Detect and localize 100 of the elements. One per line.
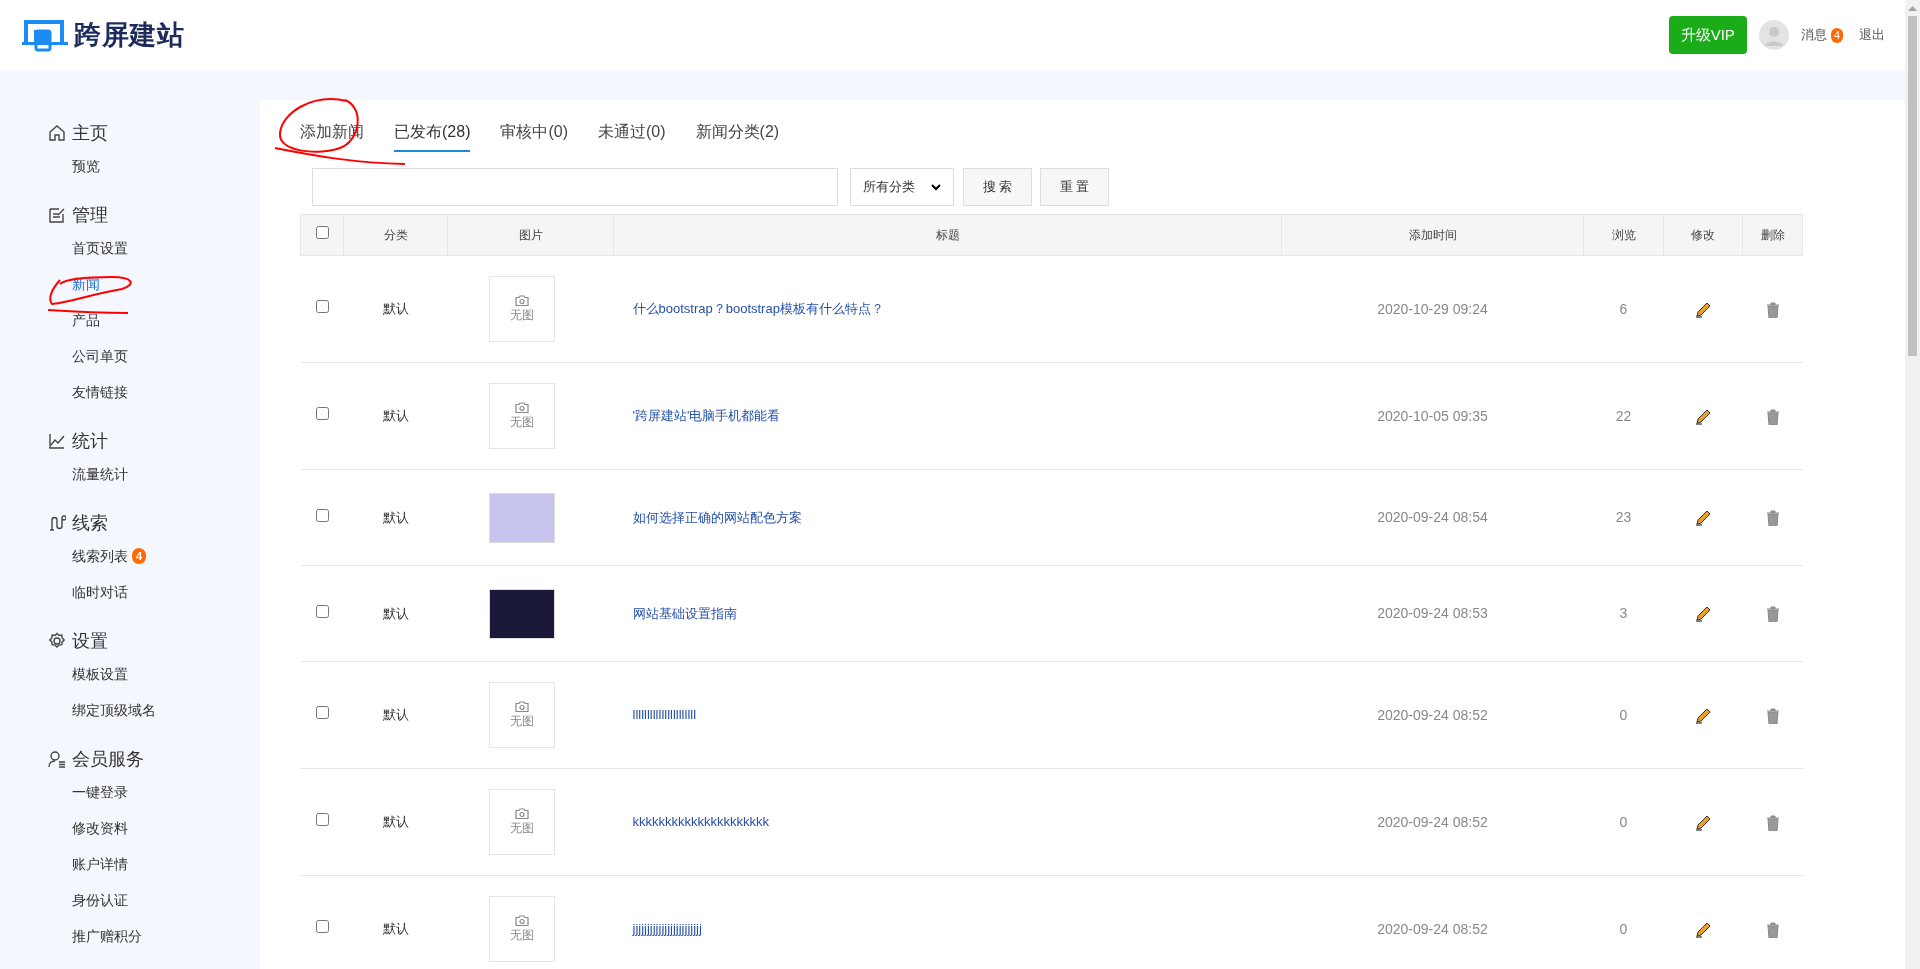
news-title-link[interactable]: 如何选择正确的网站配色方案 bbox=[632, 509, 802, 525]
pencil-icon[interactable] bbox=[1695, 301, 1711, 318]
table-cell: 2020-09-24 08:52 bbox=[1377, 920, 1488, 937]
sidebar-item[interactable]: 模板设置 bbox=[72, 663, 128, 685]
news-title-link[interactable]: 什么bootstrap？bootstrap模板有什么特点？ bbox=[632, 301, 884, 317]
sidebar-group-title: 设置 bbox=[72, 629, 108, 653]
route-icon bbox=[48, 514, 66, 532]
checkbox[interactable] bbox=[315, 226, 329, 239]
table-cell: 默认 bbox=[382, 509, 409, 525]
table-cell: 2020-10-05 09:35 bbox=[1377, 407, 1488, 424]
trash-icon[interactable] bbox=[1765, 408, 1780, 425]
sidebar-item[interactable]: 身份认证 bbox=[72, 889, 128, 911]
sidebar-item[interactable]: 绑定顶级域名 bbox=[72, 699, 156, 721]
logout-link[interactable]: 退出 bbox=[1859, 25, 1885, 45]
search-field[interactable] bbox=[312, 168, 838, 206]
news-title-link[interactable]: jjjjjjjjjjjjjjjjjjjjjjjj bbox=[632, 921, 702, 937]
message-count-badge: 4 bbox=[1830, 27, 1843, 43]
pencil-icon[interactable] bbox=[1695, 814, 1711, 831]
column-header: 添加时间 bbox=[1408, 228, 1457, 242]
sidebar-group-title: 会员服务 bbox=[72, 747, 144, 771]
table-cell: 2020-09-24 08:54 bbox=[1377, 509, 1488, 525]
messages-link[interactable]: 消息 bbox=[1800, 25, 1827, 45]
tab[interactable]: 未通过(0) bbox=[598, 120, 666, 152]
sidebar-item[interactable]: 预览 bbox=[72, 155, 100, 177]
sidebar-item[interactable]: 友情链接 bbox=[72, 381, 128, 403]
photo-placeholder bbox=[488, 492, 555, 543]
pencil-icon[interactable] bbox=[1695, 707, 1711, 724]
search-button[interactable]: 搜 索 bbox=[963, 168, 1032, 206]
sidebar-item[interactable]: 修改资料 bbox=[72, 817, 128, 839]
tab[interactable]: 审核中(0) bbox=[500, 120, 568, 152]
table-cell: 默认 bbox=[382, 814, 409, 830]
tab[interactable]: 已发布(28) bbox=[394, 120, 471, 152]
checkbox[interactable] bbox=[315, 706, 329, 720]
sidebar-group-title: 统计 bbox=[72, 429, 108, 453]
table-cell: 6 bbox=[1619, 300, 1628, 317]
checkbox[interactable] bbox=[315, 604, 329, 618]
camera-icon bbox=[514, 700, 529, 712]
avatar-icon bbox=[1758, 20, 1789, 50]
logo-icon bbox=[20, 18, 70, 52]
table-cell: 3 bbox=[1619, 605, 1628, 621]
pencil-icon[interactable] bbox=[1695, 921, 1711, 938]
camera-icon bbox=[514, 914, 529, 926]
table-cell: 2020-09-24 08:52 bbox=[1377, 813, 1488, 830]
sidebar-item[interactable]: 流量统计 bbox=[72, 463, 128, 485]
sidebar-item[interactable]: 一键登录 bbox=[72, 781, 128, 803]
column-header: 修改 bbox=[1691, 228, 1715, 242]
sidebar-item[interactable]: 账户详情 bbox=[72, 853, 128, 875]
checkbox[interactable] bbox=[315, 813, 329, 827]
no-image-label: 无图 bbox=[509, 819, 534, 837]
sidebar-item[interactable]: 产品 bbox=[72, 309, 100, 331]
camera-icon bbox=[514, 807, 529, 819]
count-badge: 4 bbox=[132, 548, 147, 564]
trash-icon[interactable] bbox=[1765, 301, 1780, 318]
column-header: 图片 bbox=[518, 228, 543, 242]
tab[interactable]: 新闻分类(2) bbox=[695, 120, 780, 152]
trash-icon[interactable] bbox=[1765, 921, 1780, 938]
camera-icon bbox=[514, 401, 529, 413]
column-header: 分类 bbox=[383, 228, 408, 242]
category-select[interactable]: 所有分类 bbox=[850, 168, 954, 206]
table-cell: 23 bbox=[1615, 509, 1632, 525]
settings-icon bbox=[48, 632, 66, 650]
table-cell: 0 bbox=[1619, 813, 1628, 830]
scrollbar-thumb[interactable] bbox=[1908, 16, 1917, 356]
news-title-link[interactable]: 网站基础设置指南 bbox=[632, 605, 737, 621]
sidebar-item[interactable]: 临时对话 bbox=[72, 581, 128, 603]
reset-button[interactable]: 重 置 bbox=[1040, 168, 1109, 206]
caret-icon bbox=[931, 183, 941, 191]
checkbox[interactable] bbox=[315, 508, 329, 522]
no-image-label: 无图 bbox=[509, 712, 534, 730]
checkbox[interactable] bbox=[315, 300, 329, 314]
trash-icon[interactable] bbox=[1765, 707, 1780, 724]
column-header: 浏览 bbox=[1611, 228, 1636, 242]
sidebar-item[interactable]: 线索列表 bbox=[72, 545, 128, 567]
table-cell: 2020-10-29 09:24 bbox=[1377, 300, 1488, 317]
news-title-link[interactable]: kkkkkkkkkkkkkkkkkkkkk bbox=[632, 814, 769, 830]
user-list-icon bbox=[48, 750, 66, 768]
news-title-link[interactable]: '跨屏建站'电脑手机都能看 bbox=[632, 408, 781, 424]
camera-icon bbox=[514, 294, 529, 306]
pencil-icon[interactable] bbox=[1695, 408, 1711, 425]
table-cell: 2020-09-24 08:52 bbox=[1377, 706, 1488, 723]
table-cell: 默认 bbox=[382, 408, 409, 424]
pencil-icon[interactable] bbox=[1695, 510, 1711, 527]
checkbox[interactable] bbox=[315, 920, 329, 934]
table-cell: 2020-09-24 08:53 bbox=[1377, 605, 1488, 621]
table-cell: 0 bbox=[1619, 920, 1628, 937]
news-title-link[interactable]: llllllllllllllllllllll bbox=[632, 707, 697, 723]
column-header: 删除 bbox=[1760, 228, 1785, 242]
sidebar-item[interactable]: 首页设置 bbox=[72, 237, 128, 259]
sidebar-item[interactable]: 公司单页 bbox=[72, 345, 128, 367]
trash-icon[interactable] bbox=[1765, 510, 1780, 527]
trash-icon[interactable] bbox=[1765, 606, 1780, 623]
table-cell: 默认 bbox=[382, 707, 409, 723]
no-image-label: 无图 bbox=[509, 306, 534, 324]
trash-icon[interactable] bbox=[1765, 814, 1780, 831]
checkbox[interactable] bbox=[315, 407, 329, 421]
sidebar-item[interactable]: 推广赠积分 bbox=[72, 925, 142, 947]
no-image-label: 无图 bbox=[509, 926, 534, 944]
pencil-icon[interactable] bbox=[1695, 606, 1711, 623]
table-cell: 22 bbox=[1615, 407, 1632, 424]
line-chart-icon bbox=[48, 432, 66, 450]
